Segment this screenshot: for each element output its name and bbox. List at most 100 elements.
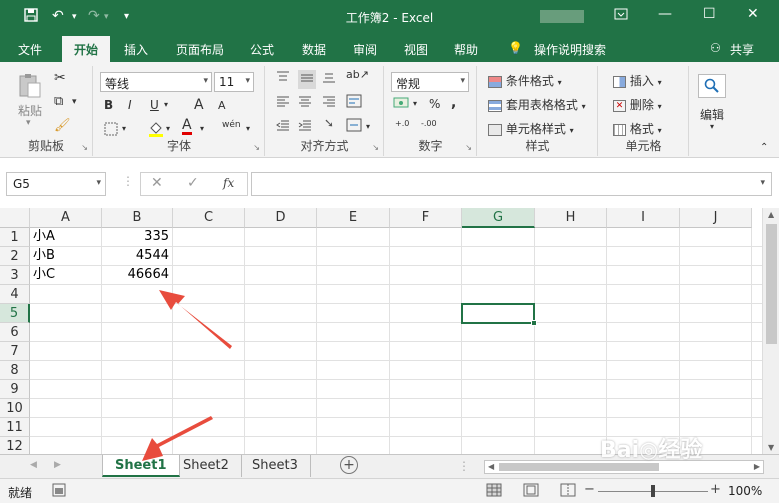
row-header-8[interactable]: 8: [0, 361, 30, 380]
tab-file[interactable]: 文件: [18, 41, 42, 58]
row-header-12[interactable]: 12: [0, 437, 30, 454]
bold-button[interactable]: B: [104, 98, 113, 112]
column-header-a[interactable]: A: [30, 208, 102, 228]
row-header-9[interactable]: 9: [0, 380, 30, 399]
scroll-left-icon[interactable]: ◀: [488, 462, 494, 471]
column-header-i[interactable]: I: [607, 208, 680, 228]
scroll-up-icon[interactable]: ▲: [768, 210, 774, 219]
scroll-right-icon[interactable]: ▶: [754, 462, 760, 471]
column-header-c[interactable]: C: [173, 208, 245, 228]
tab-home[interactable]: 开始: [62, 36, 111, 62]
delete-cells-button[interactable]: ✕ 删除 ▾: [613, 96, 662, 113]
merge-center-icon[interactable]: [346, 118, 362, 135]
font-launcher-icon[interactable]: ↘: [253, 143, 260, 152]
cell-a1[interactable]: 小A: [30, 228, 101, 246]
next-sheet-icon[interactable]: ▶: [54, 460, 61, 470]
decrease-indent-icon[interactable]: [276, 118, 290, 135]
enter-icon[interactable]: ✓: [187, 175, 199, 191]
row-header-1[interactable]: 1: [0, 228, 30, 247]
column-header-b[interactable]: B: [102, 208, 173, 228]
decrease-decimal-button[interactable]: -.00: [421, 120, 447, 128]
paste-icon[interactable]: [16, 72, 46, 98]
formula-input[interactable]: ▾: [251, 172, 772, 196]
cell-b2[interactable]: 4544: [102, 247, 172, 265]
format-painter-icon[interactable]: 🖌: [54, 118, 71, 133]
expand-formula-bar-icon[interactable]: ▾: [760, 178, 765, 188]
insert-cells-button[interactable]: 插入 ▾: [613, 72, 662, 89]
zoom-slider-thumb[interactable]: [651, 485, 655, 497]
lightbulb-icon[interactable]: 💡: [508, 41, 523, 55]
zoom-out-button[interactable]: −: [584, 482, 595, 497]
accounting-dropdown-icon[interactable]: ▾: [413, 99, 417, 108]
font-color-button[interactable]: A: [182, 118, 192, 135]
insert-function-icon[interactable]: fx: [223, 176, 234, 190]
font-name-select[interactable]: 等线 ▾: [100, 72, 212, 92]
horizontal-scrollbar[interactable]: ◀ ▶: [484, 460, 764, 474]
cell-a3[interactable]: 小C: [30, 266, 101, 284]
bottom-align-icon[interactable]: [322, 70, 336, 87]
fill-color-dropdown-icon[interactable]: ▾: [166, 124, 170, 133]
increase-indent-icon[interactable]: [298, 118, 312, 135]
align-right-icon[interactable]: [322, 94, 336, 111]
row-header-3[interactable]: 3: [0, 266, 30, 285]
cell-b3[interactable]: 46664: [102, 266, 172, 284]
tab-review[interactable]: 审阅: [353, 41, 377, 58]
find-search-icon[interactable]: [698, 74, 726, 98]
sheet-tab-3[interactable]: Sheet3: [240, 455, 311, 477]
share-icon[interactable]: ⚇: [710, 41, 721, 55]
column-header-e[interactable]: E: [317, 208, 390, 228]
comma-style-button[interactable]: ,: [451, 95, 456, 111]
macro-record-icon[interactable]: [52, 483, 66, 500]
collapse-ribbon-icon[interactable]: ⌃: [760, 142, 768, 153]
borders-dropdown-icon[interactable]: ▾: [122, 124, 126, 133]
phonetic-dropdown-icon[interactable]: ▾: [246, 124, 250, 133]
tab-split-grip-icon[interactable]: ⋮: [458, 459, 470, 473]
clipboard-launcher-icon[interactable]: ↘: [81, 143, 88, 152]
close-button[interactable]: ✕: [747, 6, 759, 22]
accounting-format-icon[interactable]: [393, 96, 411, 113]
scroll-down-icon[interactable]: ▼: [768, 443, 774, 452]
number-format-select[interactable]: 常规 ▾: [391, 72, 469, 92]
paste-button[interactable]: 粘贴: [18, 102, 42, 119]
column-header-d[interactable]: D: [245, 208, 317, 228]
cell-a2[interactable]: 小B: [30, 247, 101, 265]
format-as-table-button[interactable]: 套用表格格式 ▾: [488, 96, 586, 113]
name-box[interactable]: G5 ▾: [6, 172, 106, 196]
middle-align-icon[interactable]: [298, 70, 316, 89]
column-header-f[interactable]: F: [390, 208, 462, 228]
increase-decimal-button[interactable]: +.0: [395, 120, 417, 128]
editing-button[interactable]: 编辑: [700, 106, 724, 123]
vertical-scrollbar[interactable]: ▲ ▼: [762, 208, 779, 454]
italic-button[interactable]: I: [128, 98, 132, 112]
tab-insert[interactable]: 插入: [124, 41, 148, 58]
orientation-icon[interactable]: ab↗: [346, 68, 369, 81]
format-cells-button[interactable]: 格式 ▾: [613, 120, 662, 137]
share-button[interactable]: 共享: [730, 41, 754, 58]
tab-help[interactable]: 帮助: [454, 41, 478, 58]
column-header-h[interactable]: H: [535, 208, 607, 228]
horizontal-scroll-thumb[interactable]: [499, 463, 659, 471]
conditional-formatting-button[interactable]: 条件格式 ▾: [488, 72, 562, 89]
maximize-button[interactable]: ☐: [703, 6, 716, 22]
name-box-dropdown-icon[interactable]: ▾: [96, 178, 101, 188]
align-left-icon[interactable]: [276, 94, 290, 111]
tell-me-search[interactable]: 操作说明搜索: [534, 41, 606, 58]
row-header-6[interactable]: 6: [0, 323, 30, 342]
normal-view-icon[interactable]: [486, 483, 502, 500]
grow-font-button[interactable]: A: [194, 97, 204, 113]
shrink-font-button[interactable]: A: [218, 99, 226, 112]
top-align-icon[interactable]: [276, 70, 290, 87]
alignment-launcher-icon[interactable]: ↘: [372, 143, 379, 152]
sheet-tab-1[interactable]: Sheet1: [102, 455, 180, 477]
fill-handle[interactable]: [531, 320, 537, 326]
tab-formulas[interactable]: 公式: [250, 41, 274, 58]
paste-dropdown-icon[interactable]: ▾: [26, 118, 31, 128]
font-size-select[interactable]: 11 ▾: [214, 72, 254, 92]
editing-dropdown-icon[interactable]: ▾: [710, 122, 714, 131]
worksheet-grid[interactable]: A B C D E F G H I J 1 2 3 4 5 6 7 8 9 10 11 12 小A 335 小B 4544 小C 46…: [0, 208, 762, 454]
cell-styles-button[interactable]: 单元格样式 ▾: [488, 120, 574, 137]
tab-view[interactable]: 视图: [404, 41, 428, 58]
merge-dropdown-icon[interactable]: ▾: [366, 122, 370, 131]
cut-icon[interactable]: ✂: [54, 70, 66, 86]
sheet-tab-2[interactable]: Sheet2: [171, 455, 242, 477]
